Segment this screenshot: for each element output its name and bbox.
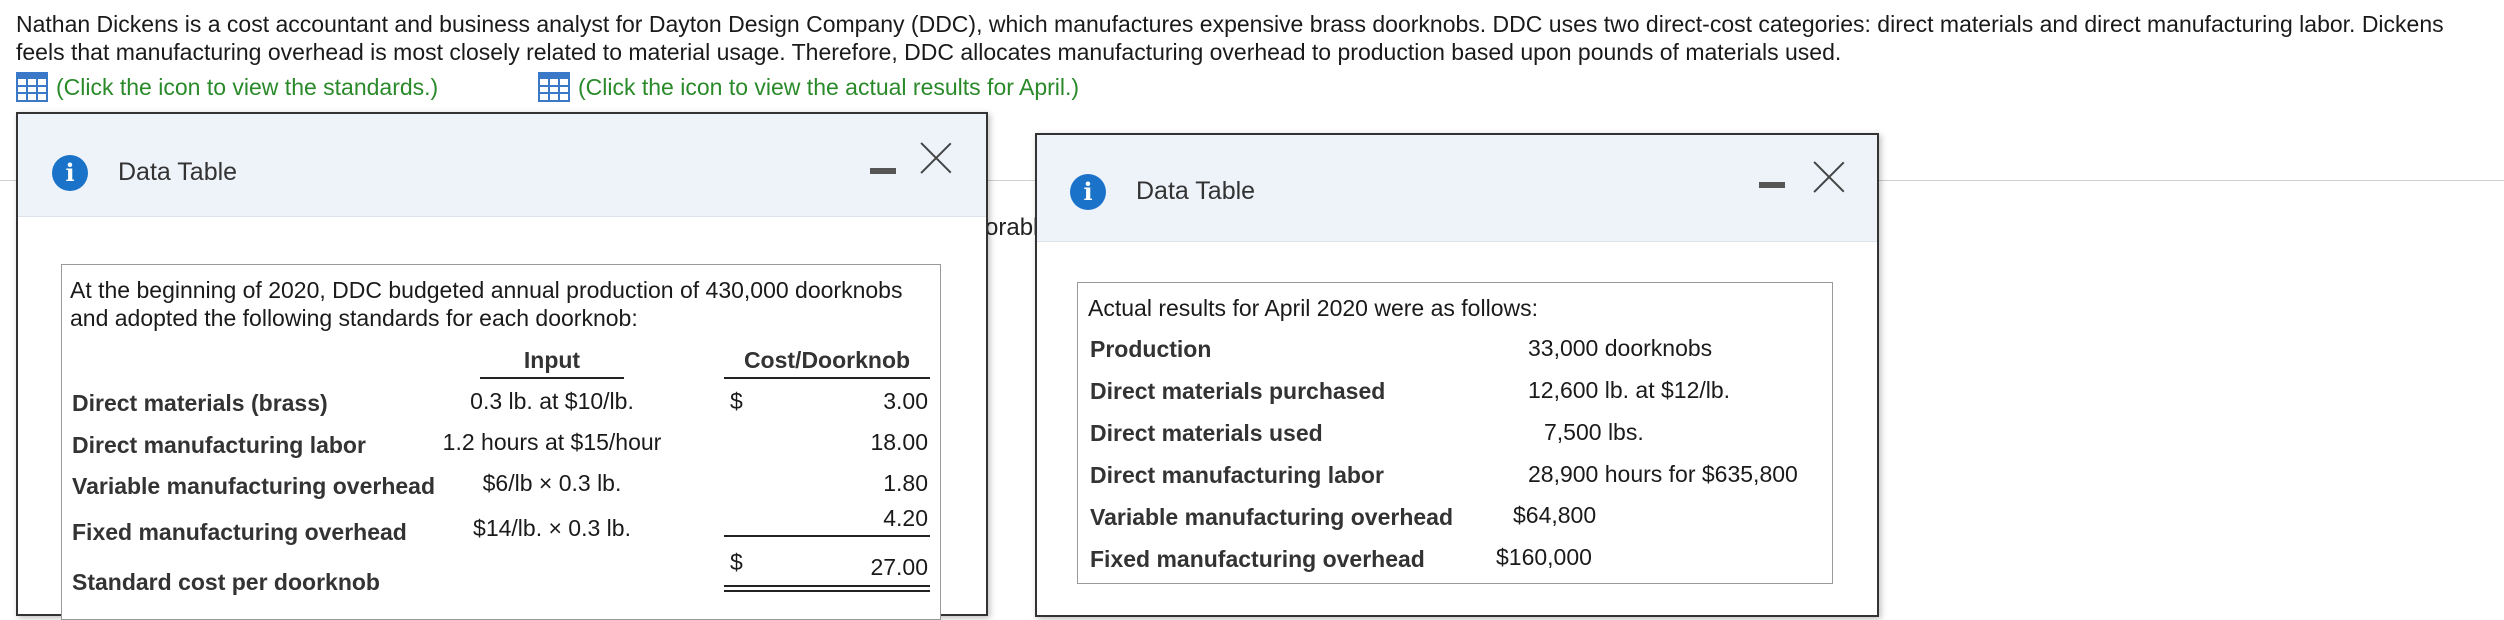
standards-data-table-dialog: i Data Table At the beginning of 2020, D…: [16, 112, 988, 620]
row-value-materials-purchased: 12,600 lb. at $12/lb.: [1528, 377, 1731, 403]
subtotal-rule: [724, 535, 930, 537]
actual-results-link[interactable]: (Click the icon to view the actual resul…: [538, 72, 1079, 102]
info-icon: i: [1070, 174, 1106, 210]
standards-intro-line-1: At the beginning of 2020, DDC budgeted a…: [70, 277, 903, 303]
standards-intro-line-2: and adopted the following standards for …: [70, 305, 638, 331]
cost-column-header: Cost/Doorknob: [743, 347, 911, 373]
standards-table: At the beginning of 2020, DDC budgeted a…: [61, 264, 941, 620]
total-label: Standard cost per doorknob: [72, 569, 380, 595]
actual-results-table: Actual results for April 2020 were as fo…: [1077, 282, 1833, 584]
row-value-production: 33,000 doorknobs: [1528, 335, 1713, 361]
background-text-fragment: orabl: [985, 214, 1039, 241]
close-button[interactable]: [920, 142, 952, 174]
row-cost-fixed-overhead: 4.20: [883, 505, 928, 531]
row-input-direct-materials: 0.3 lb. at $10/lb.: [470, 388, 634, 414]
input-column-header: Input: [523, 347, 581, 373]
input-header-underline: [480, 377, 624, 379]
row-input-variable-overhead: $6/lb × 0.3 lb.: [482, 470, 622, 496]
table-grid-icon[interactable]: [538, 72, 570, 102]
cost-header-underline: [724, 377, 930, 379]
row-label-variable-overhead: Variable manufacturing overhead: [1090, 504, 1454, 530]
total-dollar-sign: $: [730, 549, 743, 575]
actual-results-link-label[interactable]: (Click the icon to view the actual resul…: [578, 74, 1079, 101]
row-label-direct-labor: Direct manufacturing labor: [72, 432, 366, 458]
problem-intro-text: Nathan Dickens is a cost accountant and …: [16, 11, 2444, 65]
dialog-title: Data Table: [1136, 177, 1256, 205]
standards-link-label[interactable]: (Click the icon to view the standards.): [56, 74, 438, 101]
row-label-variable-overhead: Variable manufacturing overhead: [72, 473, 436, 499]
actual-results-data-table-dialog: i Data Table Actual results for April 20…: [1035, 133, 1879, 617]
row-cost-direct-materials: 3.00: [883, 388, 928, 414]
total-cost-value: 27.00: [870, 554, 928, 580]
row-value-variable-overhead: $64,800: [1513, 502, 1597, 528]
row-label-materials-purchased: Direct materials purchased: [1090, 378, 1386, 404]
data-links: (Click the icon to view the standards.) …: [16, 72, 1216, 108]
row-label-production: Production: [1090, 336, 1212, 362]
row-label-direct-materials: Direct materials (brass): [72, 390, 328, 416]
dialog-header: i Data Table: [18, 114, 986, 217]
actual-intro: Actual results for April 2020 were as fo…: [1088, 295, 1538, 321]
table-grid-icon[interactable]: [16, 72, 48, 102]
row-cost-variable-overhead: 1.80: [883, 470, 928, 496]
total-double-rule-top: [724, 585, 930, 587]
total-double-rule-bottom: [724, 590, 930, 592]
minimize-button[interactable]: [1759, 182, 1785, 188]
row-label-fixed-overhead: Fixed manufacturing overhead: [1090, 546, 1425, 572]
info-icon: i: [52, 155, 88, 191]
row-label-direct-labor: Direct manufacturing labor: [1090, 462, 1384, 488]
row-cost-direct-labor: 18.00: [870, 429, 928, 455]
close-button[interactable]: [1813, 161, 1845, 193]
row-value-fixed-overhead: $160,000: [1496, 544, 1592, 570]
row-input-direct-labor: 1.2 hours at $15/hour: [442, 429, 662, 455]
row-input-fixed-overhead: $14/lb. × 0.3 lb.: [473, 515, 631, 541]
row-dollar-direct-materials: $: [730, 388, 743, 414]
dialog-header: i Data Table: [1037, 135, 1877, 242]
row-value-materials-used: 7,500 lbs.: [1544, 419, 1644, 445]
standards-link[interactable]: (Click the icon to view the standards.): [16, 72, 438, 102]
minimize-button[interactable]: [870, 168, 896, 174]
dialog-title: Data Table: [118, 158, 238, 186]
row-label-materials-used: Direct materials used: [1090, 420, 1323, 446]
row-value-direct-labor: 28,900 hours for $635,800: [1528, 461, 1798, 487]
row-label-fixed-overhead: Fixed manufacturing overhead: [72, 519, 407, 545]
